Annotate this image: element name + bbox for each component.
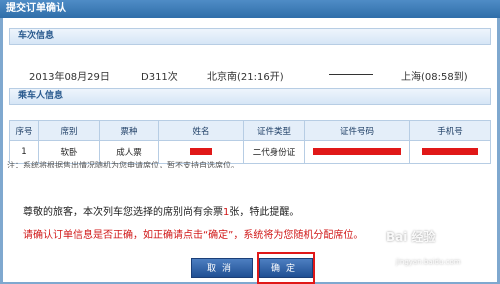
- column-header: 证件类型: [243, 120, 305, 141]
- confirm-button[interactable]: 确定: [259, 258, 313, 278]
- remaining-ticket-message: 尊敬的旅客，本次列车您选择的席别尚有余票1张，特此提醒。: [23, 203, 299, 218]
- watermark-url: jingyan.baidu.com: [396, 258, 461, 266]
- cancel-button[interactable]: 取消: [191, 258, 253, 278]
- message-text: 尊敬的旅客，本次列车您选择的席别尚有余票: [23, 207, 223, 218]
- column-header: 证件号码: [304, 120, 410, 141]
- watermark-logo: Bai 经验: [386, 230, 436, 244]
- route-arrow-line: [329, 74, 373, 75]
- cell-id-type: 二代身份证: [243, 140, 305, 164]
- train-departure: 北京南(21:16开): [207, 72, 284, 83]
- cell-phone: [409, 140, 491, 164]
- column-header: 手机号: [409, 120, 491, 141]
- column-header: 序号: [9, 120, 39, 141]
- column-header: 姓名: [158, 120, 244, 141]
- passenger-table: 序号 席别 票种 姓名 证件类型 证件号码 手机号 1 软卧 成人票 二代身份证: [9, 120, 491, 164]
- dialog-title: 提交订单确认: [0, 0, 500, 18]
- message-text: 张，特此提醒。: [229, 207, 300, 218]
- train-info-row: 2013年08月29日 D311次 北京南(21:16开) 上海(08:58到): [9, 60, 491, 90]
- cell-id-number: [304, 140, 410, 164]
- train-section-header: 车次信息: [9, 28, 491, 45]
- train-arrival: 上海(08:58到): [401, 72, 468, 83]
- table-header-row: 序号 席别 票种 姓名 证件类型 证件号码 手机号: [9, 120, 491, 141]
- redaction-mark: [313, 148, 401, 155]
- column-header: 票种: [99, 120, 159, 141]
- redaction-mark: [422, 148, 478, 155]
- confirm-prompt: 请确认订单信息是否正确，如正确请点击“确定”，系统将为您随机分配席位。: [23, 230, 364, 241]
- dialog-frame: 提交订单确认 车次信息 2013年08月29日 D311次 北京南(21:16开…: [0, 0, 500, 284]
- column-header: 席别: [38, 120, 100, 141]
- passenger-section-header: 乘车人信息: [9, 88, 491, 105]
- train-date: 2013年08月29日: [29, 72, 110, 83]
- redaction-mark: [190, 148, 212, 155]
- train-number: D311次: [141, 72, 178, 83]
